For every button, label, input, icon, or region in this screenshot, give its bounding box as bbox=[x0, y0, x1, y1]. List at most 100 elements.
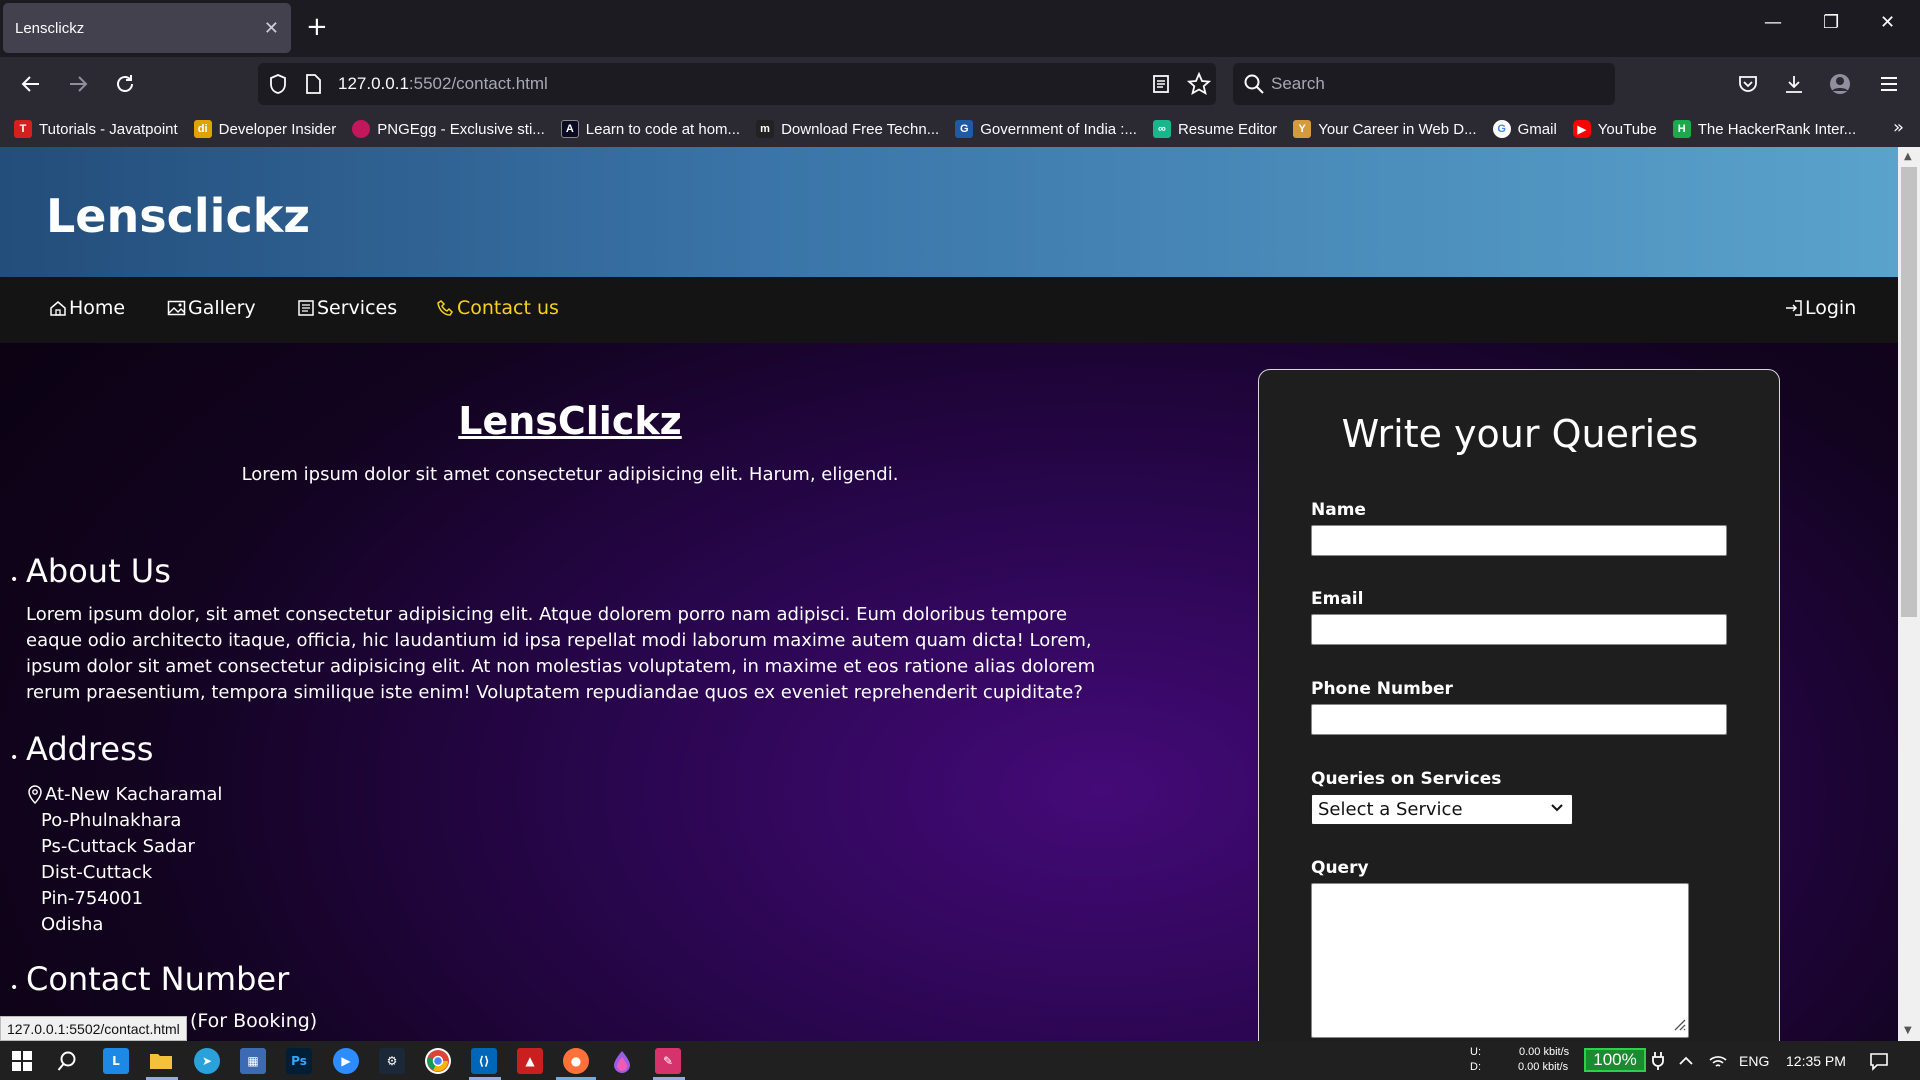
hamburger-menu-icon[interactable] bbox=[1872, 67, 1906, 101]
page-viewport: Lensclickz Home Gallery Services Contact… bbox=[0, 147, 1898, 1041]
clock-time[interactable]: 12:35 PM bbox=[1786, 1053, 1846, 1069]
calculator-icon[interactable]: ▦ bbox=[240, 1048, 266, 1074]
bookmark-resume-editor[interactable]: ∞ Resume Editor bbox=[1152, 120, 1278, 138]
file-explorer-icon[interactable] bbox=[148, 1048, 174, 1074]
tab-lensclickz[interactable]: Lensclickz ✕ bbox=[3, 3, 291, 53]
forward-icon[interactable] bbox=[61, 67, 95, 101]
phone-label: Phone Number bbox=[1311, 679, 1453, 699]
bookmark-youtube[interactable]: ▶ YouTube bbox=[1572, 120, 1657, 138]
bookmark-freecodecamp[interactable]: A Learn to code at hom... bbox=[560, 120, 740, 138]
bookmark-label: Developer Insider bbox=[218, 120, 337, 138]
bullet: • bbox=[10, 572, 19, 588]
nav-login[interactable]: Login bbox=[1785, 297, 1856, 319]
phone-input[interactable] bbox=[1311, 704, 1727, 735]
service-select-value: Select a Service bbox=[1318, 799, 1463, 820]
nav-gallery[interactable]: Gallery bbox=[167, 297, 256, 319]
freecodecamp-icon: A bbox=[560, 120, 579, 138]
bookmark-javatpoint[interactable]: T Tutorials - Javatpoint bbox=[14, 120, 178, 138]
network-speed: U: 0.00 kbit/s D: 0.00 kbit/s bbox=[1470, 1045, 1569, 1075]
color-picker-icon[interactable] bbox=[609, 1048, 635, 1074]
wifi-icon[interactable] bbox=[1705, 1048, 1731, 1074]
shield-icon[interactable] bbox=[268, 73, 288, 99]
photoshop-icon[interactable]: Ps bbox=[286, 1048, 312, 1074]
minimize-icon[interactable]: — bbox=[1764, 12, 1782, 33]
nav-contact[interactable]: Contact us bbox=[437, 297, 559, 319]
steam-icon[interactable]: ⚙ bbox=[379, 1048, 405, 1074]
power-plug-icon[interactable] bbox=[1645, 1048, 1671, 1074]
bookmark-download-free-tech[interactable]: m Download Free Techn... bbox=[756, 120, 939, 138]
address-line: Ps-Cuttack Sadar bbox=[41, 836, 195, 857]
url-text[interactable]: 127.0.0.1:5502/contact.html bbox=[338, 74, 548, 94]
url-path: :5502/contact.html bbox=[408, 74, 548, 93]
query-textarea[interactable] bbox=[1311, 883, 1689, 1038]
notifications-icon[interactable] bbox=[1866, 1048, 1892, 1074]
scroll-down-icon[interactable]: ▼ bbox=[1904, 1025, 1912, 1036]
bookmark-label: YouTube bbox=[1597, 120, 1657, 138]
bookmark-label: Your Career in Web D... bbox=[1318, 120, 1477, 138]
bookmark-star-icon[interactable] bbox=[1186, 71, 1212, 100]
chevron-up-icon[interactable] bbox=[1673, 1048, 1699, 1074]
bookmark-gov-india[interactable]: G Government of India :... bbox=[955, 120, 1137, 138]
url-host: 127.0.0.1 bbox=[338, 74, 409, 93]
close-window-icon[interactable]: ✕ bbox=[1880, 12, 1895, 33]
nav-home[interactable]: Home bbox=[49, 297, 125, 319]
email-input[interactable] bbox=[1311, 614, 1727, 645]
net-up-label: U: bbox=[1470, 1046, 1481, 1058]
language-indicator[interactable]: ENG bbox=[1739, 1053, 1769, 1069]
hero-title[interactable]: LensClickz bbox=[0, 399, 1140, 443]
restore-icon[interactable]: ❐ bbox=[1823, 12, 1839, 33]
address-line: At-New Kacharamal bbox=[45, 784, 223, 805]
app-pink-icon[interactable]: ✎ bbox=[655, 1048, 681, 1074]
javatpoint-icon: T bbox=[14, 120, 32, 138]
search-bar[interactable]: Search bbox=[1233, 63, 1615, 105]
reader-view-icon[interactable] bbox=[1151, 73, 1171, 99]
app-l-icon[interactable]: L bbox=[103, 1048, 129, 1074]
address-line: Pin-754001 bbox=[41, 888, 144, 909]
net-down: 0.00 kbit/s bbox=[1518, 1061, 1569, 1073]
pocket-icon[interactable] bbox=[1731, 67, 1765, 101]
scrollbar-thumb[interactable] bbox=[1901, 167, 1917, 617]
firefox-icon[interactable]: ● bbox=[563, 1048, 589, 1074]
name-input[interactable] bbox=[1311, 525, 1727, 556]
app-red-icon[interactable]: ▲ bbox=[517, 1048, 543, 1074]
bookmark-pngegg[interactable]: PNGEgg - Exclusive sti... bbox=[352, 120, 545, 138]
downloads-icon[interactable] bbox=[1777, 67, 1811, 101]
windows-start-icon[interactable] bbox=[9, 1048, 35, 1074]
service-select[interactable]: Select a Service bbox=[1311, 794, 1573, 825]
address-line: Dist-Cuttack bbox=[41, 862, 153, 883]
phone-icon bbox=[437, 300, 453, 316]
zoom-icon[interactable]: ▶ bbox=[333, 1048, 359, 1074]
bookmark-label: The HackerRank Inter... bbox=[1697, 120, 1857, 138]
reload-icon[interactable] bbox=[108, 67, 142, 101]
bookmark-hackerrank[interactable]: H The HackerRank Inter... bbox=[1672, 120, 1857, 138]
battery-percentage[interactable]: 100% bbox=[1584, 1048, 1646, 1072]
bookmark-career-web[interactable]: Y Your Career in Web D... bbox=[1293, 120, 1477, 138]
bookmark-gmail[interactable]: G Gmail bbox=[1492, 120, 1557, 138]
tab-close-icon[interactable]: ✕ bbox=[264, 18, 279, 39]
vscode-icon[interactable]: ⟨⟩ bbox=[471, 1048, 497, 1074]
login-icon bbox=[1786, 300, 1802, 316]
scroll-up-icon[interactable]: ▲ bbox=[1904, 151, 1912, 162]
site-logo[interactable]: Lensclickz bbox=[46, 189, 310, 243]
nav-gallery-label: Gallery bbox=[188, 297, 256, 319]
bookmark-label: Resume Editor bbox=[1177, 120, 1278, 138]
contact-booking-text: (For Booking) bbox=[190, 1010, 318, 1032]
new-tab-icon[interactable]: + bbox=[306, 12, 328, 42]
chevron-more-icon[interactable]: » bbox=[1893, 117, 1904, 138]
search-placeholder: Search bbox=[1271, 74, 1325, 93]
bookmark-developer-insider[interactable]: di Developer Insider bbox=[193, 120, 337, 138]
nav-services[interactable]: Services bbox=[297, 297, 397, 319]
list-icon bbox=[298, 300, 314, 316]
url-bar[interactable]: 127.0.0.1:5502/contact.html bbox=[258, 63, 1216, 105]
about-text: Lorem ipsum dolor, sit amet consectetur … bbox=[26, 604, 1096, 703]
chrome-icon[interactable] bbox=[425, 1048, 451, 1074]
telegram-icon[interactable]: ➤ bbox=[194, 1048, 220, 1074]
hero-subtitle: Lorem ipsum dolor sit amet consectetur a… bbox=[241, 464, 899, 485]
back-icon[interactable] bbox=[14, 67, 48, 101]
resize-handle-icon[interactable] bbox=[1672, 1016, 1686, 1035]
page-scrollbar[interactable]: ▲ ▼ bbox=[1898, 147, 1920, 1041]
home-icon bbox=[50, 301, 66, 316]
account-avatar-icon[interactable] bbox=[1823, 67, 1857, 101]
resume-editor-icon: ∞ bbox=[1152, 120, 1171, 138]
search-icon[interactable] bbox=[54, 1048, 80, 1074]
